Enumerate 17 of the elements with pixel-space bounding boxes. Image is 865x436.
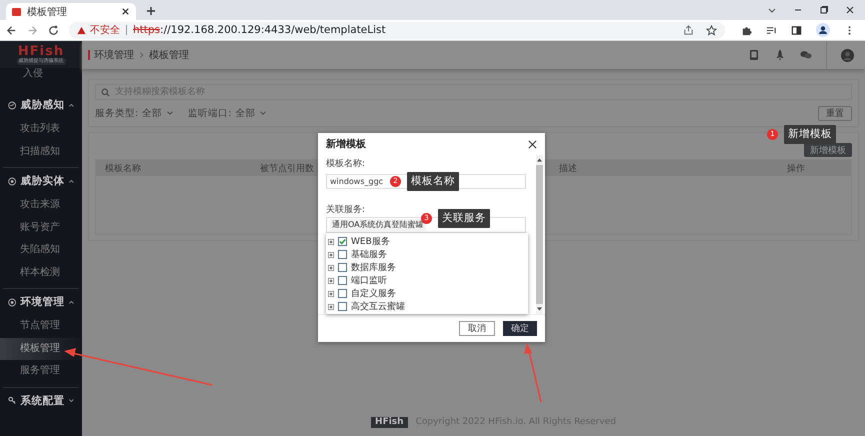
dialog-title: 新增模板: [326, 137, 366, 152]
security-label: 不安全: [90, 24, 120, 37]
tooltip: 关联服务: [438, 209, 490, 228]
selected-tag: 通用OA系统仿真登陆蜜罐: [330, 219, 426, 232]
column-header: 描述: [558, 162, 578, 174]
field-label: 关联服务:: [326, 204, 366, 216]
logo: HFish: [18, 44, 64, 58]
field-label: 模板名称:: [326, 158, 366, 170]
column-header: 模板名称: [104, 162, 142, 174]
url-text: https://192.168.200.129:4433/web/templateList: [133, 24, 386, 36]
tab-title: 模板管理: [27, 6, 68, 18]
tooltip: 模板名称: [407, 172, 459, 191]
footer-logo: HFish: [371, 416, 408, 428]
filter-label: 监听端口:: [188, 106, 232, 120]
column-header: 操作: [786, 162, 806, 174]
filter-label: 服务类型:: [95, 106, 138, 120]
tooltip: 新增模板: [784, 125, 836, 144]
